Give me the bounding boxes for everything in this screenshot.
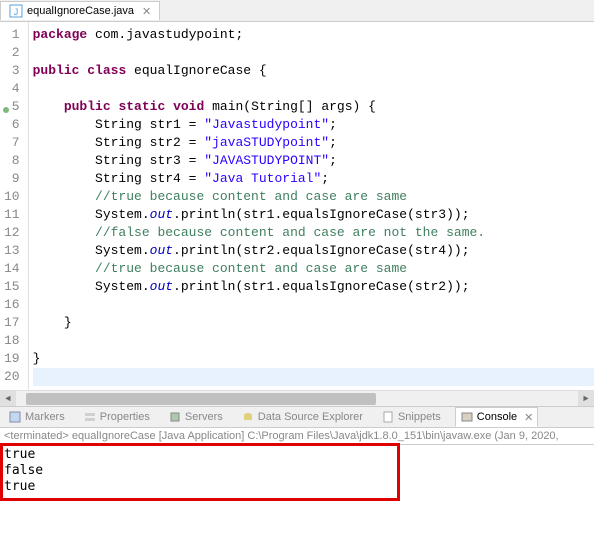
- horizontal-scrollbar[interactable]: ◄ ►: [0, 390, 594, 406]
- line-number: 18: [4, 332, 20, 350]
- line-number: 12: [4, 224, 20, 242]
- console-output[interactable]: true false true: [0, 445, 594, 497]
- close-icon[interactable]: ✕: [142, 5, 151, 18]
- code-text-area[interactable]: package com.javastudypoint; public class…: [29, 22, 594, 390]
- tab-title: equalIgnoreCase.java: [27, 5, 134, 17]
- bottom-view-tabs: Markers Properties Servers Data Source E…: [0, 406, 594, 428]
- line-number: 10: [4, 188, 20, 206]
- code-editor: 1 2 3 4 5 6 7 8 9 10 11 12 13 14 15 16 1…: [0, 22, 594, 390]
- output-line: false: [4, 463, 590, 479]
- scroll-track[interactable]: [16, 391, 578, 406]
- tab-data-source-explorer[interactable]: Data Source Explorer: [237, 408, 367, 426]
- tab-console[interactable]: Console ✕: [455, 407, 539, 427]
- line-number: 20: [4, 368, 20, 386]
- scroll-left-icon[interactable]: ◄: [0, 391, 16, 406]
- markers-icon: [8, 410, 22, 424]
- snippets-icon: [381, 410, 395, 424]
- line-number: 13: [4, 242, 20, 260]
- scroll-thumb[interactable]: [26, 393, 376, 405]
- properties-icon: [83, 410, 97, 424]
- scroll-right-icon[interactable]: ►: [578, 391, 594, 406]
- output-line: true: [4, 447, 590, 463]
- line-number: 15: [4, 278, 20, 296]
- line-number: 16: [4, 296, 20, 314]
- close-icon[interactable]: ✕: [524, 411, 533, 424]
- line-number: 5: [4, 98, 20, 116]
- line-number: 3: [4, 62, 20, 80]
- line-number: 6: [4, 116, 20, 134]
- output-line: true: [4, 479, 590, 495]
- tab-properties[interactable]: Properties: [79, 408, 154, 426]
- line-gutter: 1 2 3 4 5 6 7 8 9 10 11 12 13 14 15 16 1…: [0, 22, 29, 390]
- tab-markers[interactable]: Markers: [4, 408, 69, 426]
- line-number: 4: [4, 80, 20, 98]
- data-source-icon: [241, 410, 255, 424]
- line-number: 17: [4, 314, 20, 332]
- line-number: 1: [4, 26, 20, 44]
- line-number: 2: [4, 44, 20, 62]
- line-number: 9: [4, 170, 20, 188]
- line-number: 7: [4, 134, 20, 152]
- line-number: 14: [4, 260, 20, 278]
- servers-icon: [168, 410, 182, 424]
- console-status: <terminated> equalIgnoreCase [Java Appli…: [0, 428, 594, 445]
- editor-tab-bar: J equalIgnoreCase.java ✕: [0, 0, 594, 22]
- line-number: 8: [4, 152, 20, 170]
- java-file-icon: J: [9, 4, 23, 18]
- console-icon: [460, 410, 474, 424]
- tab-servers[interactable]: Servers: [164, 408, 227, 426]
- tab-snippets[interactable]: Snippets: [377, 408, 445, 426]
- svg-text:J: J: [14, 7, 19, 17]
- line-number: 19: [4, 350, 20, 368]
- line-number: 11: [4, 206, 20, 224]
- override-marker-icon: [2, 102, 10, 110]
- file-tab[interactable]: J equalIgnoreCase.java ✕: [0, 1, 160, 20]
